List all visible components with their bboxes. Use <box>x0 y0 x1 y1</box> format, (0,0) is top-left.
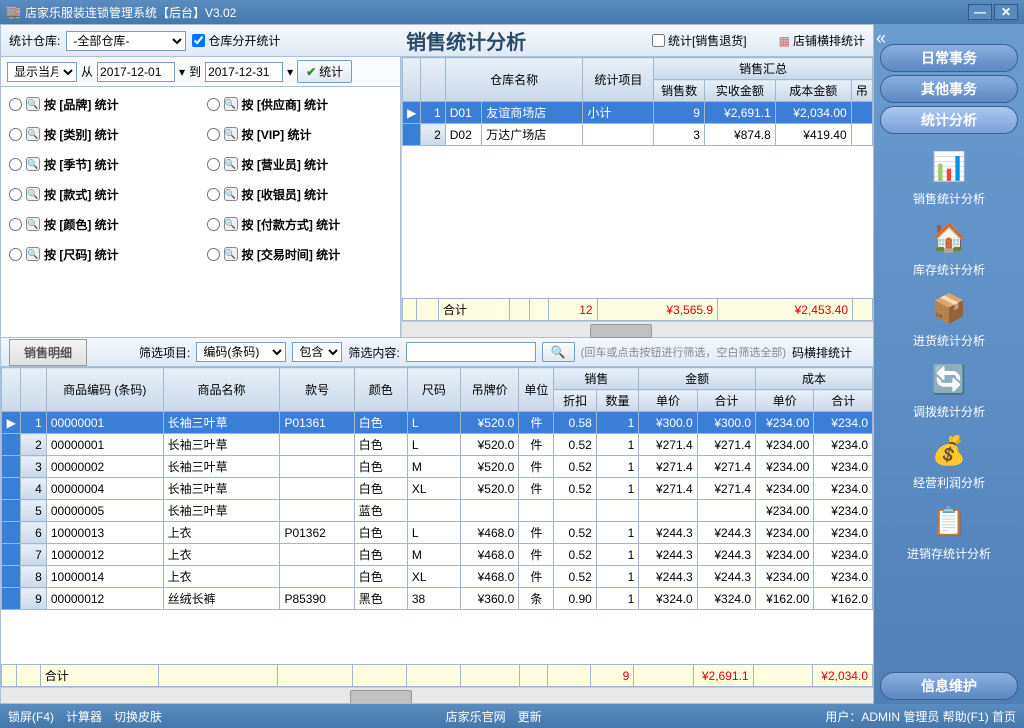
app-icon: 🏬 <box>6 5 21 19</box>
page-title: 销售统计分析 <box>286 26 646 55</box>
stat-button[interactable]: ✔统计 <box>297 60 352 83</box>
detail-row[interactable]: ▶100000001长袖三叶草P01361白色L¥520.0件0.581¥300… <box>2 412 873 434</box>
minimize-button[interactable]: — <box>968 4 992 20</box>
status-link[interactable]: 计算器 <box>66 708 102 725</box>
sidebar-item-icon: 📦 <box>927 286 971 330</box>
filter-option[interactable]: 🔍按 [品牌] 统计 <box>3 89 201 119</box>
detail-row[interactable]: 400000004长袖三叶草白色XL¥520.0件0.521¥271.4¥271… <box>2 478 873 500</box>
detail-row[interactable]: 300000002长袖三叶草白色M¥520.0件0.521¥271.4¥271.… <box>2 456 873 478</box>
filter-option[interactable]: 🔍按 [季节] 统计 <box>3 149 201 179</box>
summary-row[interactable]: 2D02万达广场店3¥874.8¥419.40 <box>403 124 873 146</box>
stat-return-checkbox[interactable]: 统计[销售退货] <box>652 32 747 49</box>
sidebar-item[interactable]: 🏠库存统计分析 <box>913 215 985 278</box>
filter-option[interactable]: 🔍按 [收银员] 统计 <box>201 179 399 209</box>
status-link[interactable]: 锁屏(F4) <box>8 708 54 725</box>
filter-option[interactable]: 🔍按 [颜色] 统计 <box>3 209 201 239</box>
zoom-icon: 🔍 <box>26 247 40 261</box>
filter-option[interactable]: 🔍按 [营业员] 统计 <box>201 149 399 179</box>
date-to[interactable] <box>205 62 283 82</box>
search-button[interactable]: 🔍 <box>542 342 575 362</box>
summary-total-label: 合计 <box>439 299 510 321</box>
detail-row[interactable]: 500000005长袖三叶草蓝色¥234.00¥234.0 <box>2 500 873 522</box>
filter-input[interactable] <box>406 342 536 362</box>
detail-row[interactable]: 200000001长袖三叶草白色L¥520.0件0.521¥271.4¥271.… <box>2 434 873 456</box>
close-button[interactable]: ✕ <box>994 4 1018 20</box>
sidebar-tab[interactable]: 其他事务 <box>880 75 1018 103</box>
warehouse-select[interactable]: -全部仓库- <box>66 31 186 51</box>
zoom-icon: 🔍 <box>224 217 238 231</box>
sidebar-info-maintain[interactable]: 信息维护 <box>880 672 1018 700</box>
status-link[interactable]: 切换皮肤 <box>114 708 162 725</box>
sidebar-item[interactable]: 📊销售统计分析 <box>913 144 985 207</box>
detail-row[interactable]: 900000012丝绒长裤P85390黑色38¥360.0条0.901¥324.… <box>2 588 873 610</box>
filter-option[interactable]: 🔍按 [类别] 统计 <box>3 119 201 149</box>
zoom-icon: 🔍 <box>224 127 238 141</box>
detail-tab[interactable]: 销售明细 <box>9 339 87 366</box>
detail-row[interactable]: 710000012上衣白色M¥468.0件0.521¥244.3¥244.3¥2… <box>2 544 873 566</box>
zoom-icon: 🔍 <box>26 157 40 171</box>
status-user: 用户：ADMIN 管理员 帮助(F1) 首页 <box>825 708 1016 725</box>
filter-option[interactable]: 🔍按 [尺码] 统计 <box>3 239 201 269</box>
filter-option[interactable]: 🔍按 [交易时间] 统计 <box>201 239 399 269</box>
zoom-icon: 🔍 <box>224 187 238 201</box>
filter-cond-select[interactable]: 包含 <box>292 342 342 362</box>
date-from[interactable] <box>97 62 175 82</box>
status-link[interactable]: 更新 <box>518 708 542 725</box>
detail-table: 商品编码 (条码) 商品名称 款号 颜色 尺码 吊牌价 单位 销售 金额 成本 … <box>1 367 873 610</box>
zoom-icon: 🔍 <box>224 157 238 171</box>
summary-hscroll[interactable] <box>402 321 873 337</box>
top-toolbar: 统计仓库: -全部仓库- 仓库分开统计 销售统计分析 统计[销售退货] ▦店铺横… <box>1 25 873 57</box>
sidebar-item-icon: 💰 <box>927 428 971 472</box>
zoom-icon: 🔍 <box>224 97 238 111</box>
detail-row[interactable]: 610000013上衣P01362白色L¥468.0件0.521¥244.3¥2… <box>2 522 873 544</box>
sidebar: « 日常事务其他事务统计分析 📊销售统计分析 🏠库存统计分析 📦进货统计分析 🔄调拨统… <box>874 24 1024 704</box>
warehouse-label: 统计仓库: <box>9 32 60 49</box>
sidebar-item[interactable]: 💰经营利润分析 <box>913 428 985 491</box>
shop-rank-checkbox[interactable]: ▦店铺横排统计 <box>779 32 865 49</box>
filter-option[interactable]: 🔍按 [款式] 统计 <box>3 179 201 209</box>
sidebar-collapse-icon[interactable]: « <box>876 28 886 49</box>
sidebar-item[interactable]: 📋进销存统计分析 <box>907 499 991 562</box>
sidebar-item-icon: 📋 <box>927 499 971 543</box>
split-checkbox[interactable]: 仓库分开统计 <box>192 32 280 49</box>
sidebar-item-icon: 📊 <box>927 144 971 188</box>
sidebar-item[interactable]: 🔄调拨统计分析 <box>913 357 985 420</box>
zoom-icon: 🔍 <box>224 247 238 261</box>
filter-option[interactable]: 🔍按 [VIP] 统计 <box>201 119 399 149</box>
status-link[interactable]: 店家乐官网 <box>446 708 506 725</box>
zoom-icon: 🔍 <box>26 97 40 111</box>
sidebar-item-icon: 🔄 <box>927 357 971 401</box>
detail-hscroll[interactable] <box>1 687 873 703</box>
filter-option[interactable]: 🔍按 [供应商] 统计 <box>201 89 399 119</box>
zoom-icon: 🔍 <box>26 187 40 201</box>
detail-row[interactable]: 810000014上衣白色XL¥468.0件0.521¥244.3¥244.3¥… <box>2 566 873 588</box>
show-select[interactable]: 显示当月 <box>7 62 77 82</box>
zoom-icon: 🔍 <box>26 217 40 231</box>
sidebar-item-icon: 🏠 <box>927 215 971 259</box>
summary-row[interactable]: ▶1D01友谊商场店小计9¥2,691.1¥2,034.00 <box>403 102 873 124</box>
zoom-icon: 🔍 <box>26 127 40 141</box>
filter-option[interactable]: 🔍按 [付款方式] 统计 <box>201 209 399 239</box>
summary-table: 仓库名称 统计项目 销售汇总 销售数实收金额成本金额吊 ▶1D01友谊商场店小计… <box>402 57 873 146</box>
search-bar: 销售明细 筛选项目: 编码(条码) 包含 筛选内容: 🔍 (回车或点击按钮进行筛… <box>1 337 873 367</box>
window-title: 店家乐服装连锁管理系统【后台】V3.02 <box>25 4 236 21</box>
sidebar-item[interactable]: 📦进货统计分析 <box>913 286 985 349</box>
statusbar: 锁屏(F4) 计算器切换皮肤 店家乐官网更新 用户：ADMIN 管理员 帮助(F1… <box>0 704 1024 728</box>
titlebar: 🏬 店家乐服装连锁管理系统【后台】V3.02 — ✕ <box>0 0 1024 24</box>
sidebar-tab[interactable]: 统计分析 <box>880 106 1018 134</box>
sidebar-tab[interactable]: 日常事务 <box>880 44 1018 72</box>
filter-field-select[interactable]: 编码(条码) <box>196 342 286 362</box>
